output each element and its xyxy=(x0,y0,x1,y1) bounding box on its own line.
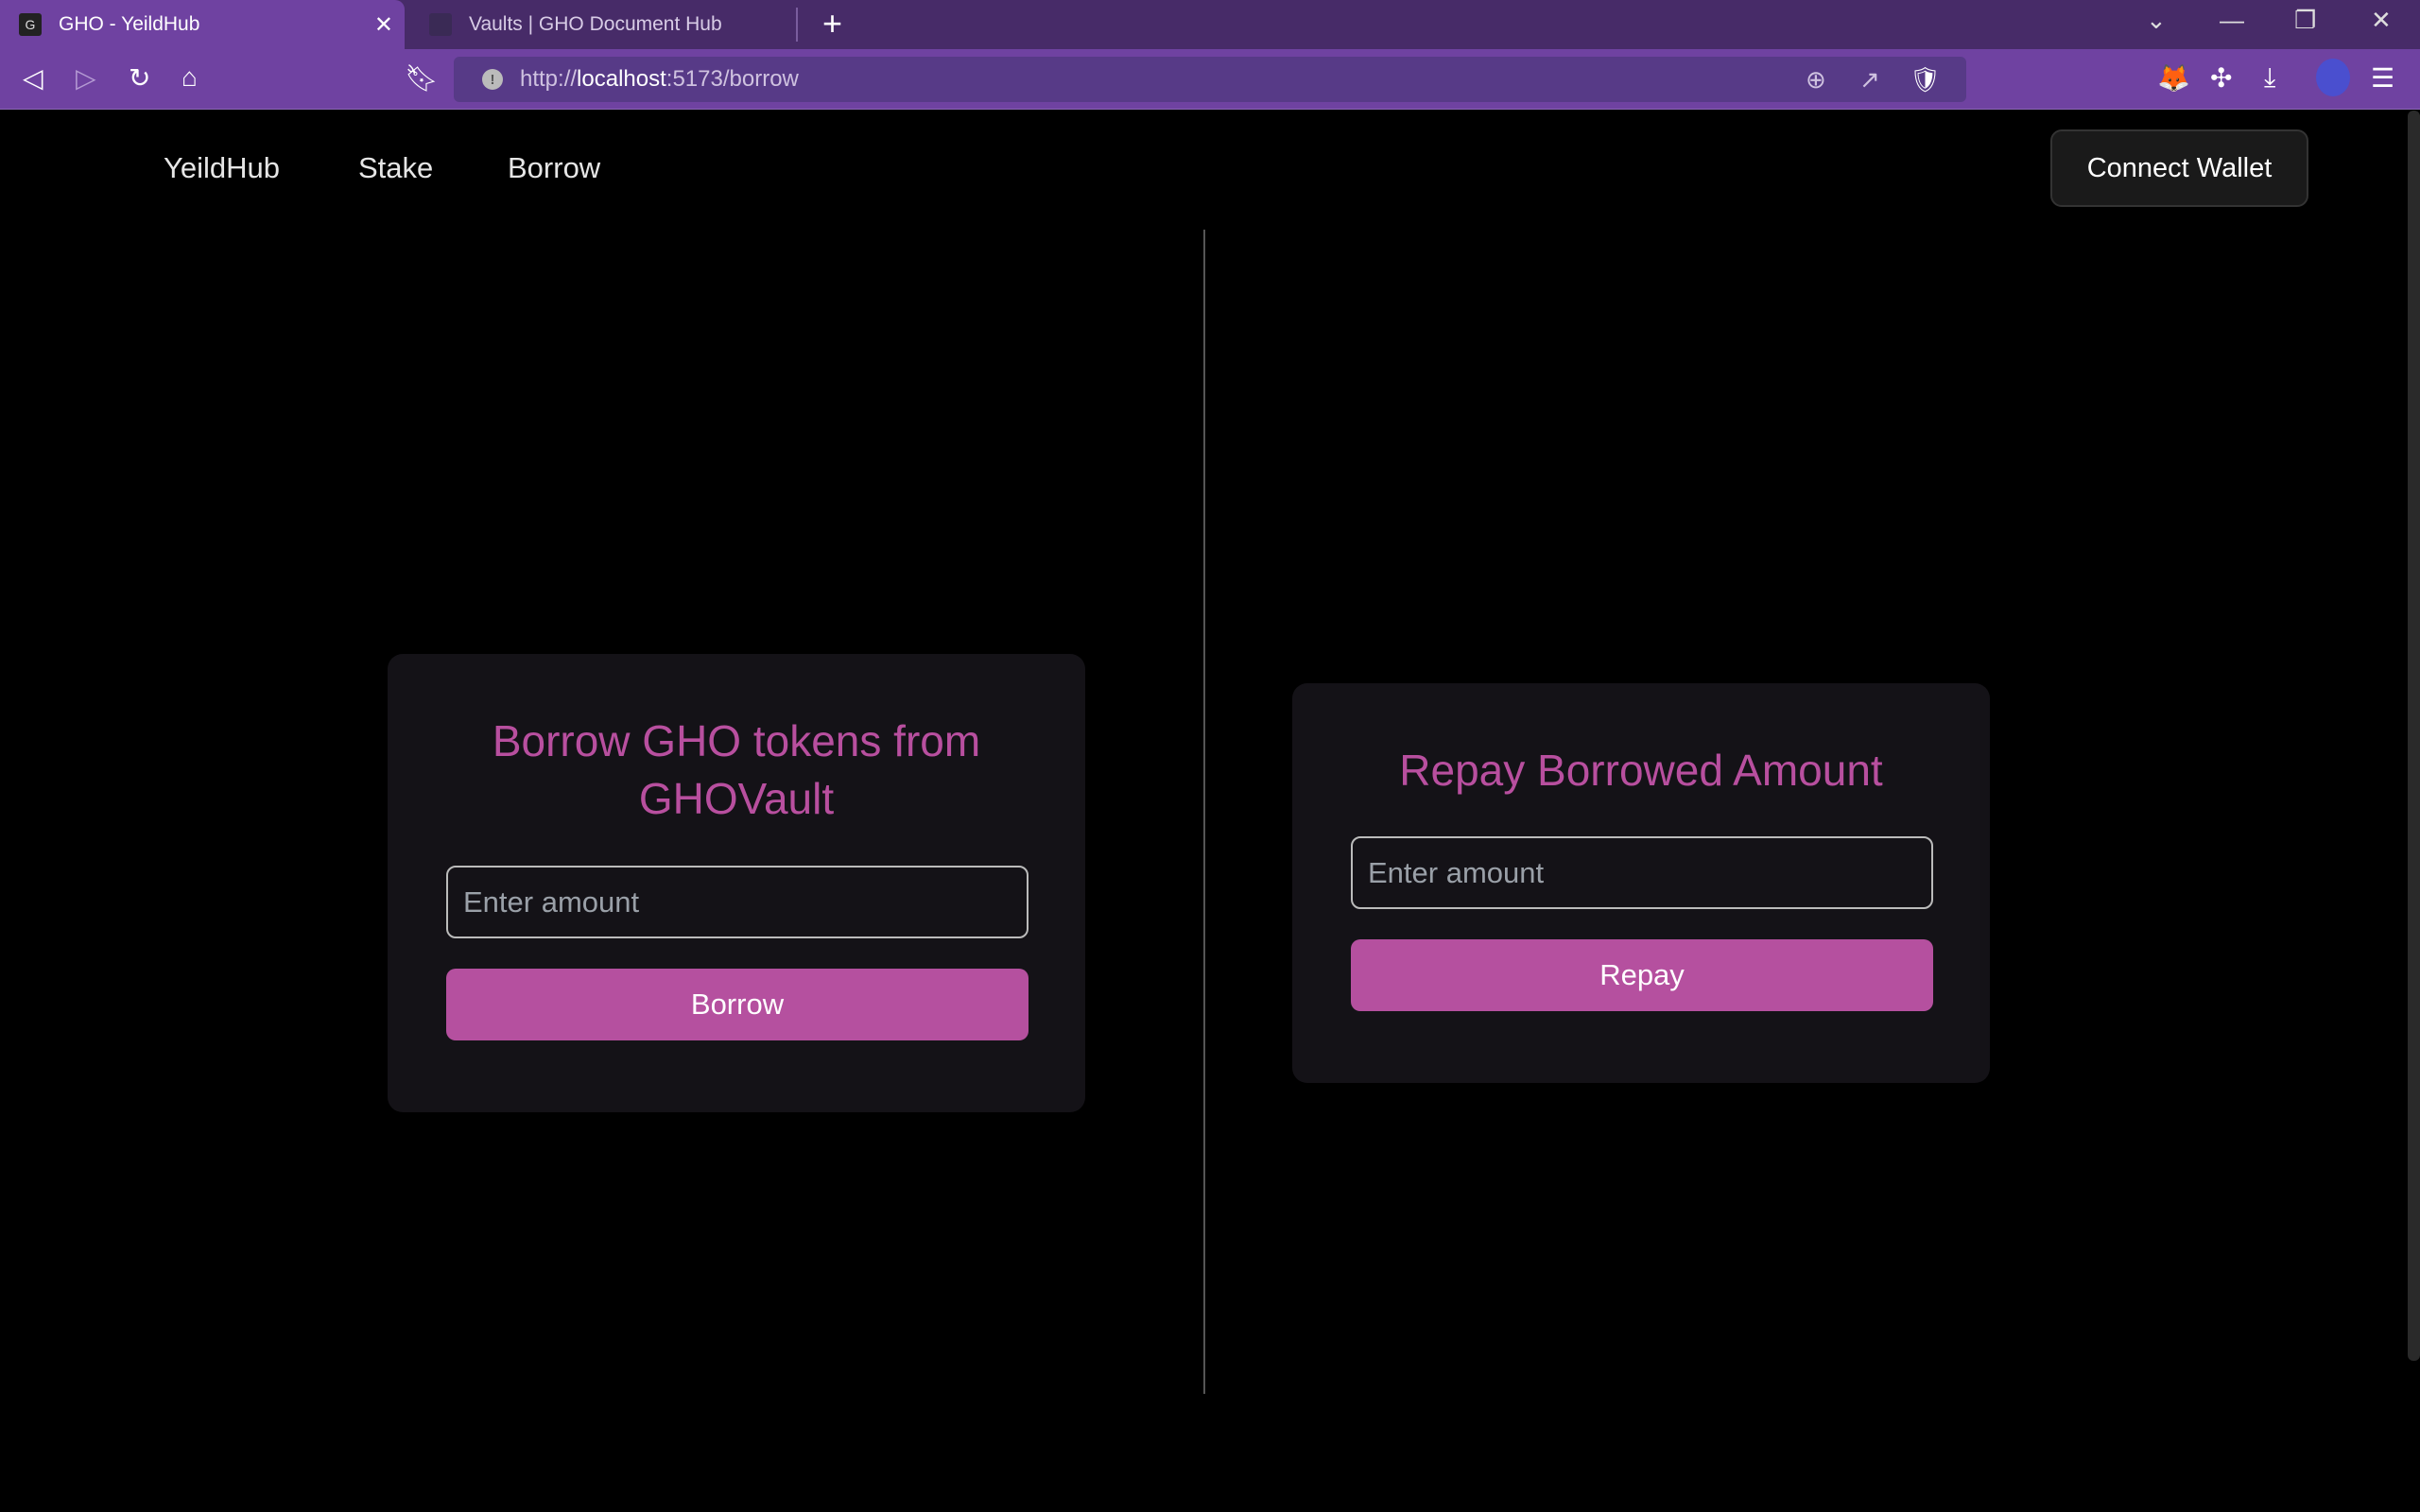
home-icon[interactable]: ⌂ xyxy=(182,62,198,93)
tab-title: GHO - YeildHub xyxy=(59,13,200,35)
repay-button[interactable]: Repay xyxy=(1351,939,1933,1011)
reload-icon[interactable]: ↻ xyxy=(129,62,150,94)
minimize-icon[interactable]: — xyxy=(2220,6,2244,35)
downloads-icon[interactable]: ⤓ xyxy=(2264,62,2275,94)
tab-title: Vaults | GHO Document Hub xyxy=(469,13,722,35)
url-path: :5173/borrow xyxy=(666,66,799,92)
repay-amount-input[interactable] xyxy=(1351,836,1933,909)
profile-avatar-icon[interactable] xyxy=(2316,59,2350,96)
close-tab-icon[interactable]: ✕ xyxy=(374,11,393,39)
site-favicon-icon: G xyxy=(19,13,42,36)
scrollbar[interactable] xyxy=(2408,111,2420,1361)
borrow-button[interactable]: Borrow xyxy=(446,969,1028,1040)
tab-inactive[interactable]: Vaults | GHO Document Hub xyxy=(406,8,798,42)
share-icon[interactable]: ↗ xyxy=(1859,65,1880,94)
divider xyxy=(1203,230,1205,1394)
menu-icon[interactable]: ☰ xyxy=(2371,62,2394,94)
zoom-icon[interactable]: ⊕ xyxy=(1806,65,1826,94)
connect-wallet-button[interactable]: Connect Wallet xyxy=(2050,129,2308,207)
new-tab-icon[interactable]: + xyxy=(822,4,842,43)
url-host: localhost xyxy=(577,66,666,92)
browser-toolbar: ◁ ▷ ↻ ⌂ 🔖︎ ! http://localhost:5173/borro… xyxy=(0,49,2420,110)
forward-icon[interactable]: ▷ xyxy=(76,62,96,94)
site-favicon-icon xyxy=(429,13,452,36)
url-prefix: http:// xyxy=(520,66,578,92)
metamask-fox-icon[interactable]: 🦊 xyxy=(2157,62,2190,94)
restore-icon[interactable]: ❐ xyxy=(2294,6,2316,35)
extensions-icon[interactable]: ✣ xyxy=(2210,62,2232,94)
nav-brand[interactable]: YeildHub xyxy=(164,151,280,185)
borrow-amount-input[interactable] xyxy=(446,866,1028,938)
close-window-icon[interactable]: ✕ xyxy=(2371,6,2392,35)
tab-active[interactable]: G GHO - YeildHub ✕ xyxy=(0,0,405,49)
borrow-title: Borrow GHO tokens from GHOVault xyxy=(492,716,981,823)
bookmark-icon[interactable]: 🔖︎ xyxy=(405,62,439,94)
address-bar[interactable]: ! http://localhost:5173/borrow ⊕ ↗ 🛡︎ xyxy=(454,57,1966,102)
nav-stake[interactable]: Stake xyxy=(358,151,433,185)
site-info-icon[interactable]: ! xyxy=(482,69,503,90)
brave-shields-icon[interactable]: 🛡︎ xyxy=(1910,65,1941,94)
borrow-card: Borrow GHO tokens from GHOVault Borrow xyxy=(388,654,1085,1112)
tab-bar: G GHO - YeildHub ✕ Vaults | GHO Document… xyxy=(0,0,2420,49)
back-icon[interactable]: ◁ xyxy=(23,62,43,94)
tab-list-chevron-icon[interactable]: ⌄ xyxy=(2146,6,2167,35)
nav-borrow[interactable]: Borrow xyxy=(508,151,600,185)
repay-card: Repay Borrowed Amount Repay xyxy=(1292,683,1990,1083)
repay-title: Repay Borrowed Amount xyxy=(1399,746,1883,795)
